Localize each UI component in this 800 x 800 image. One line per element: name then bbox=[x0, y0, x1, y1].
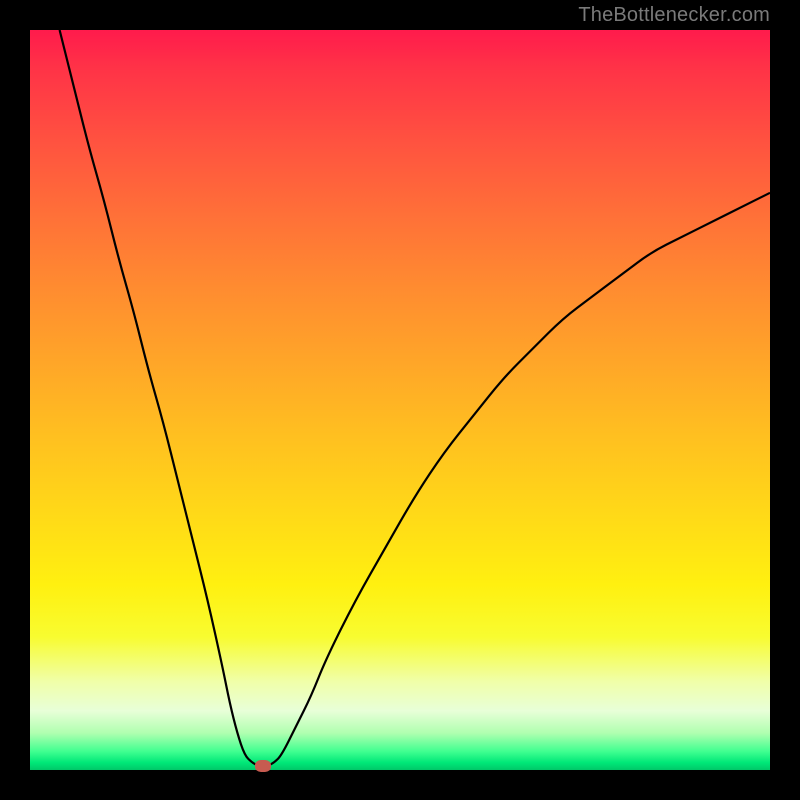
bottleneck-curve bbox=[60, 30, 770, 766]
optimum-point-marker bbox=[255, 760, 271, 772]
chart-plot-area bbox=[30, 30, 770, 770]
chart-frame: TheBottlenecker.com bbox=[0, 0, 800, 800]
attribution-label: TheBottlenecker.com bbox=[578, 4, 770, 27]
